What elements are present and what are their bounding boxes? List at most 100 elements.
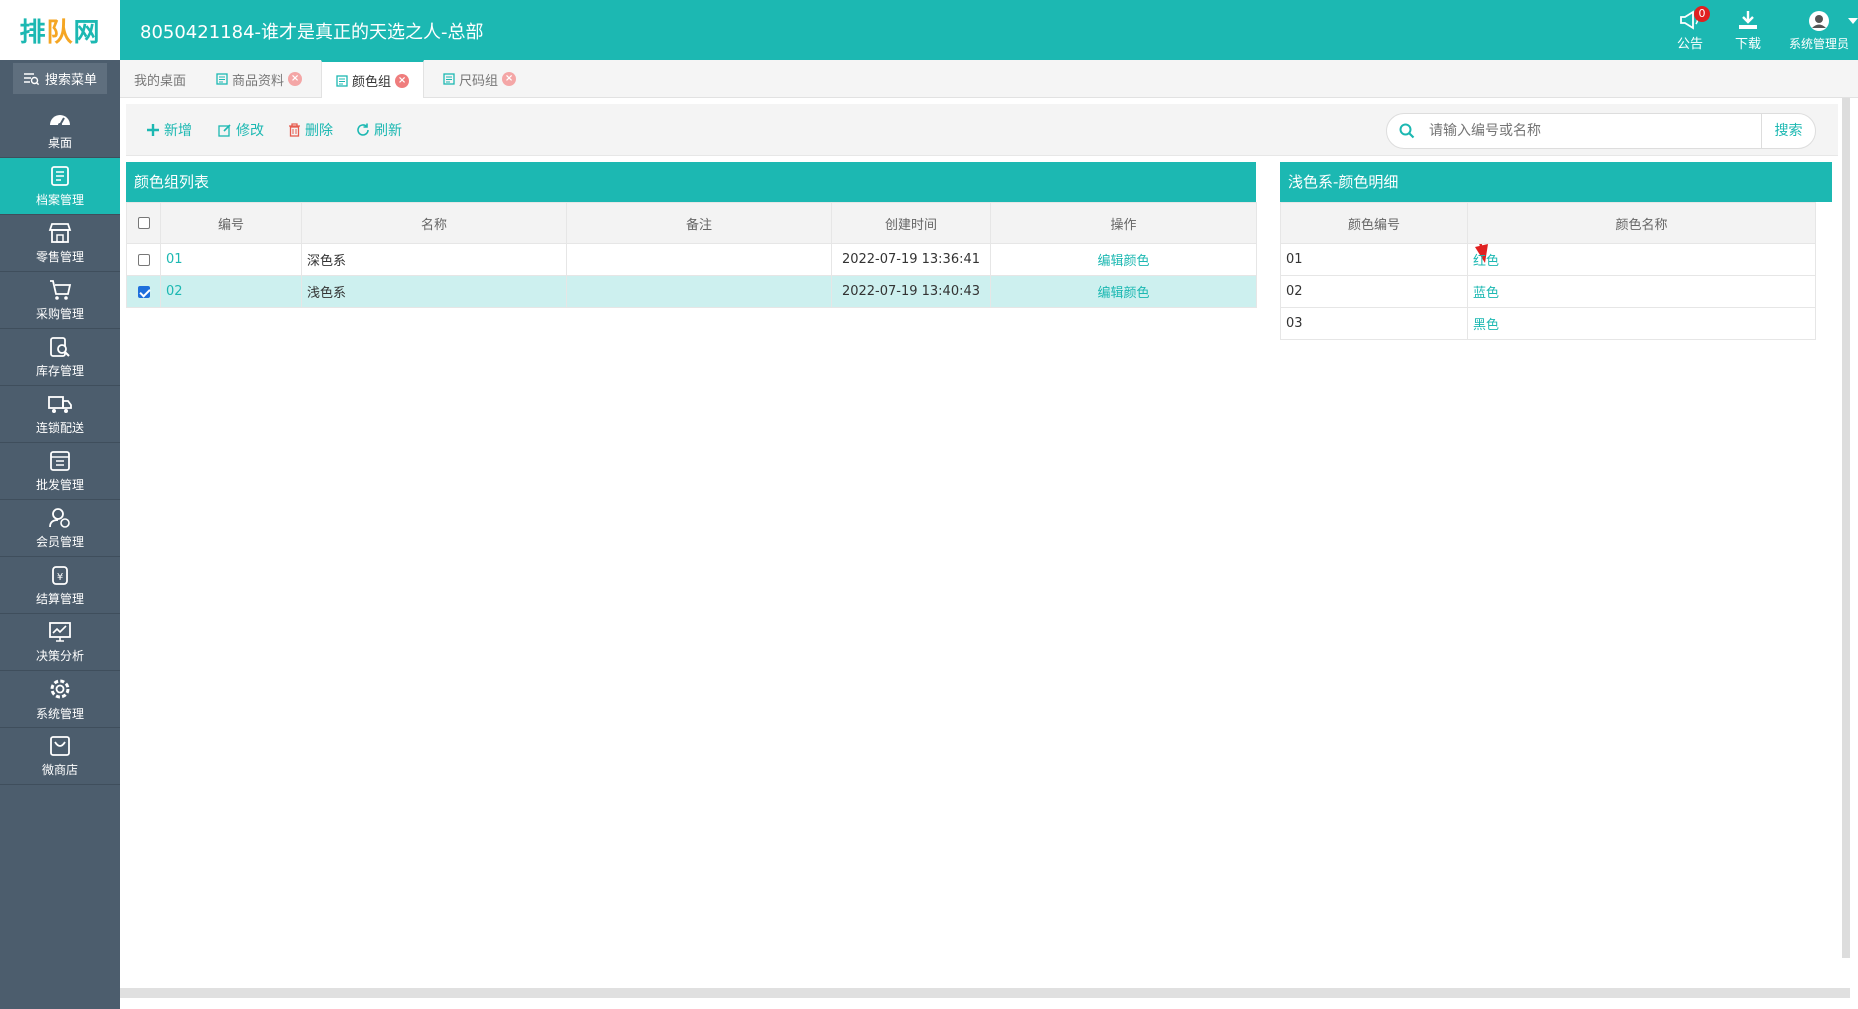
gear-icon bbox=[50, 679, 70, 698]
notice-label: 公告 bbox=[1676, 37, 1703, 52]
download-icon bbox=[1739, 11, 1757, 29]
row-code[interactable]: 02 bbox=[160, 275, 302, 308]
row-remark bbox=[566, 243, 832, 276]
row-name: 浅色系 bbox=[301, 275, 567, 308]
sidebar-item-inventory[interactable]: 库存管理 bbox=[0, 329, 120, 386]
column-header-remark: 备注 bbox=[566, 202, 832, 244]
sidebar-item-retail[interactable]: 零售管理 bbox=[0, 215, 120, 272]
chevron-down-icon bbox=[1848, 18, 1858, 24]
close-icon[interactable]: × bbox=[288, 72, 303, 86]
sidebar-item-label: 零售管理 bbox=[35, 249, 84, 264]
edit-color-link[interactable]: 编辑颜色 bbox=[990, 243, 1257, 276]
table-header-row: 编号 名称 备注 创建时间 操作 bbox=[126, 202, 1257, 244]
sidebar-item-distribution[interactable]: 连锁配送 bbox=[0, 386, 120, 443]
horizontal-scrollbar[interactable] bbox=[120, 988, 1850, 998]
sidebar-nav: 桌面 档案管理 零售管理 采购管理 库存管理 连锁配送 批发管理 会员管理 ¥ … bbox=[0, 101, 120, 785]
toolbar: 新增 修改 删除 刷新 搜索 bbox=[126, 104, 1838, 156]
top-header: 排队网 8050421184-谁才是真正的天选之人-总部 0 公告 下载 系统管… bbox=[0, 0, 1858, 60]
refresh-button[interactable]: 刷新 bbox=[356, 120, 402, 140]
sidebar-item-system[interactable]: 系统管理 bbox=[0, 671, 120, 728]
column-header-code: 编号 bbox=[160, 202, 302, 244]
inventory-icon bbox=[50, 336, 70, 357]
tab-product-info[interactable]: 商品资料 × bbox=[202, 60, 316, 98]
shop-bag-icon bbox=[50, 735, 70, 756]
column-header-color-name: 颜色名称 bbox=[1467, 202, 1816, 244]
notice-button[interactable]: 0 公告 bbox=[1660, 6, 1720, 54]
sidebar-item-wholesale[interactable]: 批发管理 bbox=[0, 443, 120, 500]
download-button[interactable]: 下载 bbox=[1718, 8, 1778, 54]
sidebar-item-label: 连锁配送 bbox=[35, 420, 84, 435]
row-code[interactable]: 01 bbox=[160, 243, 302, 276]
archive-icon bbox=[51, 165, 69, 186]
tab-my-desktop[interactable]: 我的桌面 bbox=[120, 60, 200, 98]
notice-count-badge: 0 bbox=[1694, 6, 1710, 22]
tab-size-group[interactable]: 尺码组 × bbox=[429, 60, 530, 98]
color-detail-title: 浅色系-颜色明细 bbox=[1280, 162, 1832, 202]
table-row[interactable]: 02 浅色系 2022-07-19 13:40:43 编辑颜色 bbox=[126, 275, 1257, 308]
row-checkbox-cell[interactable] bbox=[126, 275, 161, 308]
brand-logo[interactable]: 排队网 bbox=[0, 0, 120, 60]
delete-label: 删除 bbox=[305, 123, 333, 139]
color-code: 03 bbox=[1280, 307, 1468, 340]
color-group-list-title: 颜色组列表 bbox=[126, 162, 1256, 202]
table-row: 01 红色 bbox=[1280, 243, 1816, 276]
close-icon[interactable]: × bbox=[502, 72, 517, 86]
menu-search-icon bbox=[23, 72, 39, 85]
svg-text:¥: ¥ bbox=[57, 572, 63, 583]
trash-icon bbox=[289, 123, 300, 137]
search-input[interactable] bbox=[1415, 114, 1761, 148]
refresh-icon bbox=[357, 123, 369, 136]
color-name[interactable]: 黑色 bbox=[1467, 307, 1816, 340]
add-label: 新增 bbox=[164, 123, 192, 139]
color-name[interactable]: 红色 bbox=[1467, 243, 1816, 276]
row-created: 2022-07-19 13:40:43 bbox=[831, 275, 991, 308]
row-checkbox[interactable] bbox=[137, 253, 150, 266]
select-all-checkbox[interactable] bbox=[137, 217, 150, 229]
row-checkbox[interactable] bbox=[137, 285, 150, 298]
color-detail-table: 颜色编号 颜色名称 01 红色 02 蓝色 03 黑色 bbox=[1280, 202, 1816, 340]
menu-search-button[interactable]: 搜索菜单 bbox=[13, 63, 107, 94]
sidebar-item-label: 桌面 bbox=[47, 135, 72, 150]
column-header-name: 名称 bbox=[301, 202, 567, 244]
user-label: 系统管理员 bbox=[1788, 37, 1849, 51]
close-icon[interactable]: × bbox=[395, 73, 410, 88]
sidebar-item-label: 库存管理 bbox=[35, 363, 84, 378]
tab-color-group[interactable]: 颜色组 × bbox=[321, 60, 425, 99]
main-content: 新增 修改 删除 刷新 搜索 颜色组列表 编号 bbox=[120, 98, 1850, 998]
row-created: 2022-07-19 13:36:41 bbox=[831, 243, 991, 276]
sidebar-item-archive[interactable]: 档案管理 bbox=[0, 158, 120, 215]
menu-search-label: 搜索菜单 bbox=[44, 73, 97, 88]
logo-char-1: 排 bbox=[19, 17, 47, 48]
select-all-checkbox-cell[interactable] bbox=[126, 202, 161, 244]
edit-button[interactable]: 修改 bbox=[218, 120, 264, 140]
color-name[interactable]: 蓝色 bbox=[1467, 275, 1816, 308]
sidebar-item-purchase[interactable]: 采购管理 bbox=[0, 272, 120, 329]
user-menu[interactable]: 系统管理员 bbox=[1784, 8, 1858, 54]
sidebar-item-label: 微商店 bbox=[41, 762, 78, 777]
row-name: 深色系 bbox=[301, 243, 567, 276]
wholesale-icon bbox=[50, 450, 70, 471]
truck-icon bbox=[48, 395, 72, 413]
sidebar-item-desktop[interactable]: 桌面 bbox=[0, 101, 120, 158]
sidebar-item-member[interactable]: 会员管理 bbox=[0, 500, 120, 557]
sidebar-item-label: 系统管理 bbox=[35, 706, 84, 721]
sidebar-item-settlement[interactable]: ¥ 结算管理 bbox=[0, 557, 120, 614]
table-row[interactable]: 01 深色系 2022-07-19 13:36:41 编辑颜色 bbox=[126, 243, 1257, 276]
search-button[interactable]: 搜索 bbox=[1761, 114, 1815, 148]
settlement-icon: ¥ bbox=[52, 565, 68, 585]
sidebar-item-analysis[interactable]: 决策分析 bbox=[0, 614, 120, 671]
add-button[interactable]: 新增 bbox=[146, 120, 192, 140]
edit-label: 修改 bbox=[236, 123, 264, 139]
table-header-row: 颜色编号 颜色名称 bbox=[1280, 202, 1816, 244]
avatar-icon bbox=[1809, 11, 1829, 31]
edit-color-link[interactable]: 编辑颜色 bbox=[990, 275, 1257, 308]
row-checkbox-cell[interactable] bbox=[126, 243, 161, 276]
cart-icon bbox=[50, 279, 72, 300]
vertical-scrollbar[interactable] bbox=[1842, 98, 1850, 958]
tab-label: 颜色组 bbox=[352, 75, 392, 90]
row-remark bbox=[566, 275, 832, 308]
sidebar-item-label: 会员管理 bbox=[35, 534, 84, 549]
sidebar-item-microshop[interactable]: 微商店 bbox=[0, 728, 120, 785]
delete-button[interactable]: 删除 bbox=[288, 120, 333, 140]
column-header-action: 操作 bbox=[990, 202, 1257, 244]
